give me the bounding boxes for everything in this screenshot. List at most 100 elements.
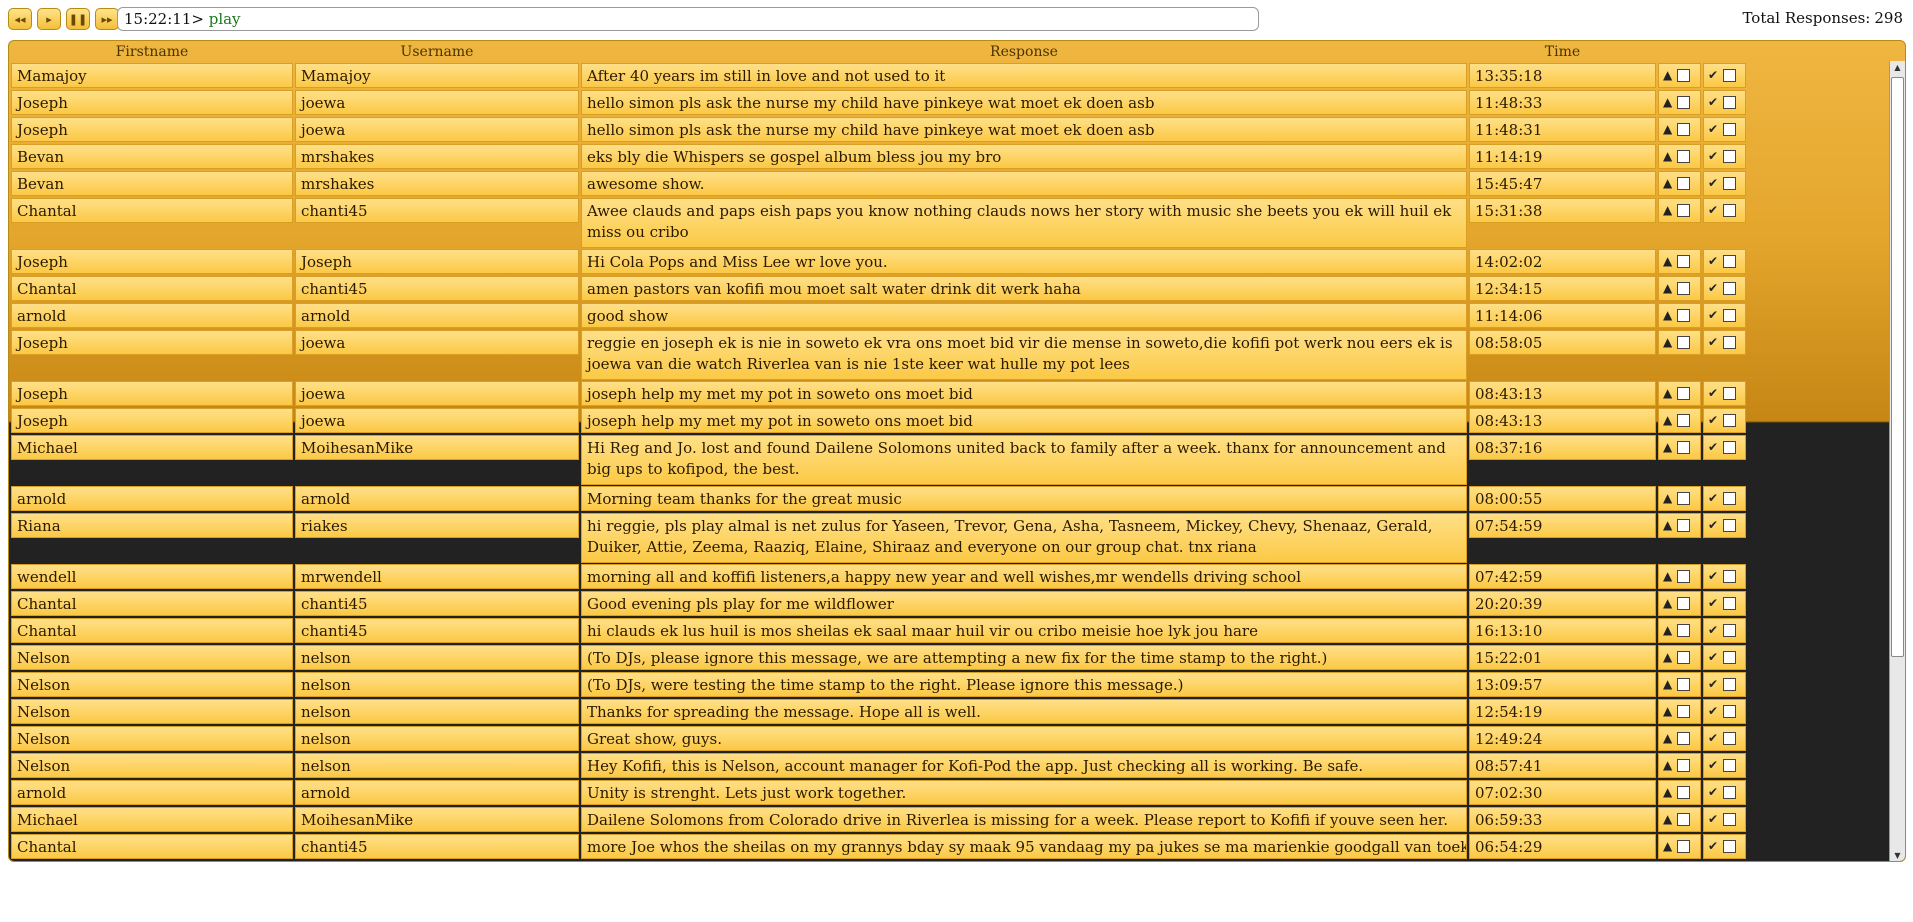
firstname-cell: Bevan xyxy=(11,171,293,196)
response-cell: hi reggie, pls play almal is net zulus f… xyxy=(581,513,1467,563)
response-cell: Dailene Solomons from Colorado drive in … xyxy=(581,807,1467,832)
approve-checkbox[interactable] xyxy=(1723,123,1737,136)
flag-checkbox[interactable] xyxy=(1677,282,1691,295)
flag-checkbox[interactable] xyxy=(1677,705,1691,718)
scroll-up-icon[interactable]: ▲ xyxy=(1890,61,1905,75)
approve-checkbox[interactable] xyxy=(1723,678,1737,691)
approve-checkbox[interactable] xyxy=(1723,255,1737,268)
time-cell: 15:22:01 xyxy=(1469,645,1656,670)
warning-icon: ▲ xyxy=(1663,758,1673,772)
approve-checkbox[interactable] xyxy=(1723,570,1737,583)
flag-control: ▲ xyxy=(1658,303,1701,328)
flag-checkbox[interactable] xyxy=(1677,309,1691,322)
pause-button[interactable]: ❚❚ xyxy=(66,8,90,30)
approve-control: ✔ xyxy=(1703,63,1746,88)
flag-control: ▲ xyxy=(1658,807,1701,832)
time-cell: 12:49:24 xyxy=(1469,726,1656,751)
flag-checkbox[interactable] xyxy=(1677,732,1691,745)
approve-control: ✔ xyxy=(1703,807,1746,832)
approve-checkbox[interactable] xyxy=(1723,309,1737,322)
approve-checkbox[interactable] xyxy=(1723,414,1737,427)
approve-checkbox[interactable] xyxy=(1723,441,1737,454)
approve-checkbox[interactable] xyxy=(1723,597,1737,610)
flag-checkbox[interactable] xyxy=(1677,69,1691,82)
flag-checkbox[interactable] xyxy=(1677,336,1691,349)
approve-checkbox[interactable] xyxy=(1723,387,1737,400)
approve-checkbox[interactable] xyxy=(1723,732,1737,745)
approve-checkbox[interactable] xyxy=(1723,150,1737,163)
forward-button[interactable]: ▸▸ xyxy=(95,8,119,30)
flag-checkbox[interactable] xyxy=(1677,570,1691,583)
approve-checkbox[interactable] xyxy=(1723,705,1737,718)
username-cell: mrshakes xyxy=(295,144,579,169)
flag-control: ▲ xyxy=(1658,834,1701,859)
check-icon: ✔ xyxy=(1708,491,1719,505)
flag-checkbox[interactable] xyxy=(1677,840,1691,853)
response-cell: (To DJs, please ignore this message, we … xyxy=(581,645,1467,670)
flag-checkbox[interactable] xyxy=(1677,204,1691,217)
scroll-thumb[interactable] xyxy=(1891,77,1904,657)
approve-checkbox[interactable] xyxy=(1723,624,1737,637)
time-cell: 08:00:55 xyxy=(1469,486,1656,511)
flag-checkbox[interactable] xyxy=(1677,759,1691,772)
header-response: Response xyxy=(990,44,1058,60)
flag-checkbox[interactable] xyxy=(1677,387,1691,400)
flag-checkbox[interactable] xyxy=(1677,786,1691,799)
approve-checkbox[interactable] xyxy=(1723,759,1737,772)
approve-checkbox[interactable] xyxy=(1723,651,1737,664)
scroll-down-icon[interactable]: ▼ xyxy=(1890,849,1905,861)
flag-checkbox[interactable] xyxy=(1677,255,1691,268)
approve-checkbox[interactable] xyxy=(1723,204,1737,217)
approve-checkbox[interactable] xyxy=(1723,519,1737,532)
firstname-cell: Chantal xyxy=(11,591,293,616)
warning-icon: ▲ xyxy=(1663,812,1673,826)
warning-icon: ▲ xyxy=(1663,203,1673,217)
approve-control: ✔ xyxy=(1703,330,1746,355)
flag-checkbox[interactable] xyxy=(1677,519,1691,532)
response-cell: Morning team thanks for the great music xyxy=(581,486,1467,511)
flag-checkbox[interactable] xyxy=(1677,597,1691,610)
flag-control: ▲ xyxy=(1658,618,1701,643)
approve-checkbox[interactable] xyxy=(1723,840,1737,853)
rewind-button[interactable]: ◂◂ xyxy=(8,8,32,30)
username-cell: joewa xyxy=(295,381,579,406)
firstname-cell: Bevan xyxy=(11,144,293,169)
flag-checkbox[interactable] xyxy=(1677,441,1691,454)
check-icon: ✔ xyxy=(1708,677,1719,691)
approve-checkbox[interactable] xyxy=(1723,177,1737,190)
approve-checkbox[interactable] xyxy=(1723,336,1737,349)
flag-checkbox[interactable] xyxy=(1677,177,1691,190)
approve-checkbox[interactable] xyxy=(1723,492,1737,505)
response-cell: eks bly die Whispers se gospel album ble… xyxy=(581,144,1467,169)
username-cell: joewa xyxy=(295,90,579,115)
flag-checkbox[interactable] xyxy=(1677,414,1691,427)
flag-checkbox[interactable] xyxy=(1677,678,1691,691)
time-cell: 08:43:13 xyxy=(1469,408,1656,433)
approve-checkbox[interactable] xyxy=(1723,813,1737,826)
play-button[interactable]: ▸ xyxy=(37,8,61,30)
flag-checkbox[interactable] xyxy=(1677,150,1691,163)
flag-control: ▲ xyxy=(1658,726,1701,751)
approve-checkbox[interactable] xyxy=(1723,282,1737,295)
approve-checkbox[interactable] xyxy=(1723,96,1737,109)
flag-checkbox[interactable] xyxy=(1677,624,1691,637)
vertical-scrollbar[interactable]: ▲ ▼ xyxy=(1889,61,1905,861)
approve-checkbox[interactable] xyxy=(1723,786,1737,799)
command-console[interactable]: 15:22:11> play xyxy=(117,7,1259,31)
warning-icon: ▲ xyxy=(1663,68,1673,82)
flag-checkbox[interactable] xyxy=(1677,651,1691,664)
warning-icon: ▲ xyxy=(1663,122,1673,136)
username-cell: nelson xyxy=(295,672,579,697)
firstname-cell: Nelson xyxy=(11,753,293,778)
approve-control: ✔ xyxy=(1703,753,1746,778)
flag-control: ▲ xyxy=(1658,591,1701,616)
approve-checkbox[interactable] xyxy=(1723,69,1737,82)
warning-icon: ▲ xyxy=(1663,386,1673,400)
firstname-cell: Nelson xyxy=(11,672,293,697)
flag-checkbox[interactable] xyxy=(1677,96,1691,109)
check-icon: ✔ xyxy=(1708,413,1719,427)
flag-control: ▲ xyxy=(1658,435,1701,460)
flag-checkbox[interactable] xyxy=(1677,813,1691,826)
flag-checkbox[interactable] xyxy=(1677,123,1691,136)
flag-checkbox[interactable] xyxy=(1677,492,1691,505)
